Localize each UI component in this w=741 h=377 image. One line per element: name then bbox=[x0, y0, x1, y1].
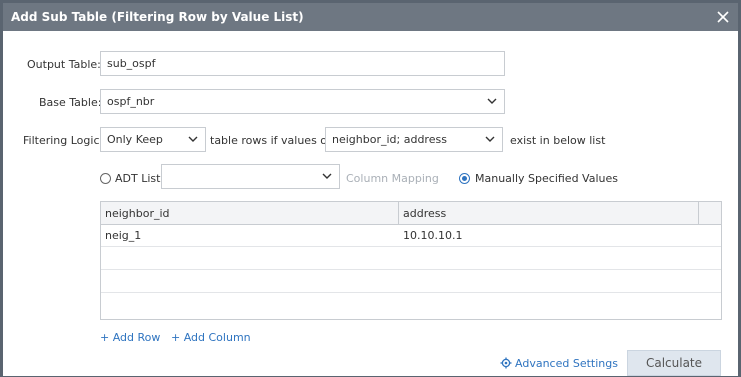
output-table-value: sub_ospf bbox=[107, 57, 156, 70]
filter-middle-text: table rows if values of bbox=[210, 134, 331, 147]
table-row[interactable] bbox=[101, 247, 721, 270]
calculate-button[interactable]: Calculate bbox=[627, 350, 721, 376]
add-row-link[interactable]: + Add Row bbox=[100, 331, 160, 344]
adt-list-label: ADT List bbox=[115, 172, 161, 185]
chevron-down-icon bbox=[487, 98, 497, 104]
values-grid: neighbor_id address neig_1 10.10.10.1 bbox=[100, 201, 722, 320]
adt-list-select[interactable] bbox=[161, 164, 340, 189]
close-icon[interactable] bbox=[714, 8, 732, 26]
chevron-down-icon bbox=[322, 173, 332, 179]
grid-header: neighbor_id address bbox=[101, 202, 721, 225]
base-table-label: Base Table: bbox=[39, 96, 102, 109]
column-divider bbox=[398, 202, 399, 224]
table-row[interactable] bbox=[101, 270, 721, 293]
chevron-down-icon bbox=[485, 136, 495, 142]
add-column-link[interactable]: + Add Column bbox=[171, 331, 251, 344]
table-cell[interactable]: neig_1 bbox=[105, 229, 141, 242]
advanced-settings-link[interactable]: Advanced Settings bbox=[500, 357, 618, 370]
chevron-down-icon bbox=[188, 136, 198, 142]
filtering-logic-value: Only Keep bbox=[107, 133, 163, 146]
base-table-select[interactable]: ospf_nbr bbox=[100, 89, 505, 114]
adt-list-radio[interactable] bbox=[100, 173, 111, 184]
table-row[interactable] bbox=[101, 293, 721, 315]
filtering-logic-label: Filtering Logic: bbox=[23, 134, 104, 147]
column-divider bbox=[698, 202, 699, 224]
manual-values-label: Manually Specified Values bbox=[475, 172, 618, 185]
output-table-input[interactable]: sub_ospf bbox=[100, 51, 505, 76]
column-header-address[interactable]: address bbox=[403, 207, 446, 220]
dialog-title-bar: Add Sub Table (Filtering Row by Value Li… bbox=[3, 3, 738, 31]
filtering-logic-select[interactable]: Only Keep bbox=[100, 127, 206, 152]
filter-columns-select[interactable]: neighbor_id; address bbox=[325, 127, 503, 152]
gear-icon bbox=[500, 357, 512, 369]
column-mapping-link[interactable]: Column Mapping bbox=[346, 172, 439, 185]
output-table-label: Output Table: bbox=[27, 58, 101, 71]
column-header-neighbor-id[interactable]: neighbor_id bbox=[105, 207, 170, 220]
manual-values-radio[interactable] bbox=[459, 173, 470, 184]
filter-columns-value: neighbor_id; address bbox=[332, 133, 447, 146]
advanced-settings-label: Advanced Settings bbox=[515, 357, 618, 370]
add-sub-table-dialog: Add Sub Table (Filtering Row by Value Li… bbox=[2, 2, 739, 377]
dialog-title: Add Sub Table (Filtering Row by Value Li… bbox=[11, 10, 304, 24]
table-cell[interactable]: 10.10.10.1 bbox=[403, 229, 462, 242]
base-table-value: ospf_nbr bbox=[107, 95, 155, 108]
filter-end-text: exist in below list bbox=[510, 134, 606, 147]
table-row[interactable]: neig_1 10.10.10.1 bbox=[101, 224, 721, 247]
